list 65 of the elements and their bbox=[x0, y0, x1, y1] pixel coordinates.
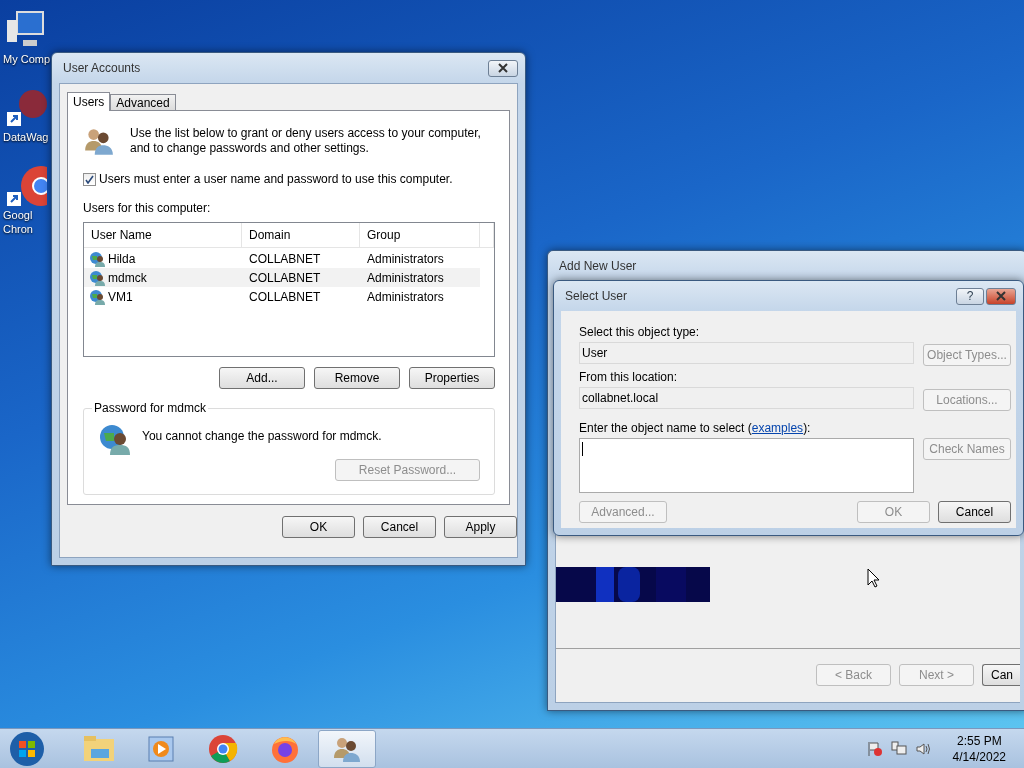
object-name-field[interactable] bbox=[579, 438, 914, 493]
user-globe-icon bbox=[98, 423, 130, 455]
user-globe-icon bbox=[89, 269, 105, 286]
location-field: collabnet.local bbox=[579, 387, 914, 409]
close-button[interactable] bbox=[488, 59, 518, 77]
group-title: Password for mdmck bbox=[93, 401, 208, 415]
desktop-icon-label[interactable]: Chron bbox=[3, 222, 33, 236]
button[interactable]: Remove bbox=[314, 367, 400, 389]
tab[interactable]: Users bbox=[67, 92, 111, 111]
table-cell-text: COLLABNET bbox=[248, 288, 322, 306]
button[interactable]: Cancel bbox=[363, 516, 436, 538]
volume-icon[interactable] bbox=[914, 740, 931, 757]
start-button-icon[interactable] bbox=[8, 729, 46, 768]
close-icon bbox=[497, 63, 509, 73]
password-message: You cannot change the password for mdmck. bbox=[142, 428, 382, 443]
button[interactable]: Cancel bbox=[938, 501, 1011, 523]
help-button[interactable]: ? bbox=[956, 287, 984, 305]
intro-text: Use the list below to grant or deny users access to your computer, and to change passwords and other settings. bbox=[130, 125, 482, 156]
checkbox[interactable] bbox=[83, 172, 96, 186]
user-globe-icon bbox=[89, 288, 105, 305]
column-header[interactable]: Domain bbox=[242, 223, 360, 247]
taskbar-button[interactable] bbox=[318, 729, 376, 768]
table-cell-text: Administrators bbox=[366, 269, 445, 287]
table-row[interactable]: mdmck COLLABNET Administrators bbox=[84, 268, 480, 287]
table-cell: VM1 bbox=[108, 289, 133, 304]
field-label: Enter the object name to select (examples): bbox=[579, 421, 812, 435]
table-cell-text: COLLABNET bbox=[248, 269, 322, 287]
desktop-icon-label[interactable]: DataWag bbox=[3, 130, 49, 144]
window-title: User Accounts bbox=[62, 61, 141, 75]
column-header[interactable]: User Name bbox=[84, 223, 242, 247]
mouse-cursor-icon bbox=[867, 568, 880, 588]
close-button[interactable] bbox=[986, 287, 1016, 305]
table-row[interactable]: VM1 COLLABNET Administrators bbox=[84, 287, 480, 306]
section-label: Users for this computer: bbox=[83, 201, 212, 215]
table-row[interactable]: Hilda COLLABNET Administrators bbox=[84, 249, 480, 268]
table-cell: mdmck bbox=[108, 270, 147, 285]
object-type-field: User bbox=[579, 342, 914, 364]
button[interactable]: Can bbox=[982, 664, 1020, 686]
button[interactable]: Apply bbox=[444, 516, 517, 538]
user-globe-icon bbox=[89, 250, 105, 267]
chrome-icon bbox=[208, 733, 238, 764]
table-cell: Hilda bbox=[108, 251, 136, 266]
field-label: Select this object type: bbox=[579, 325, 701, 339]
window-title: Add New User bbox=[558, 259, 637, 273]
clock-date[interactable]: 4/14/2022 bbox=[952, 748, 1006, 765]
desktop-icon-label[interactable]: My Comp bbox=[3, 52, 51, 66]
button[interactable]: Properties bbox=[409, 367, 495, 389]
field-label: From this location: bbox=[579, 370, 679, 384]
table-cell-text: Administrators bbox=[366, 288, 445, 306]
checkbox-label: Users must enter a user name and password to use this computer. bbox=[99, 172, 453, 186]
window-title: Select User bbox=[564, 289, 628, 303]
table-cell-text: COLLABNET bbox=[248, 250, 322, 268]
clock-time[interactable]: 2:55 PM bbox=[956, 732, 1002, 749]
tab[interactable]: Advanced bbox=[110, 94, 176, 110]
examples-link[interactable]: examples bbox=[751, 421, 804, 435]
media-player-icon bbox=[147, 734, 175, 763]
desktop-icon-label[interactable]: Googl bbox=[3, 208, 33, 222]
button[interactable]: Add... bbox=[219, 367, 305, 389]
flag-icon[interactable] bbox=[866, 740, 883, 757]
close-icon bbox=[995, 291, 1007, 301]
button[interactable]: OK bbox=[282, 516, 355, 538]
network-icon[interactable] bbox=[890, 740, 907, 757]
column-header[interactable]: Group bbox=[360, 223, 480, 247]
table-cell-text: Administrators bbox=[366, 250, 445, 268]
folder-icon bbox=[83, 734, 115, 763]
